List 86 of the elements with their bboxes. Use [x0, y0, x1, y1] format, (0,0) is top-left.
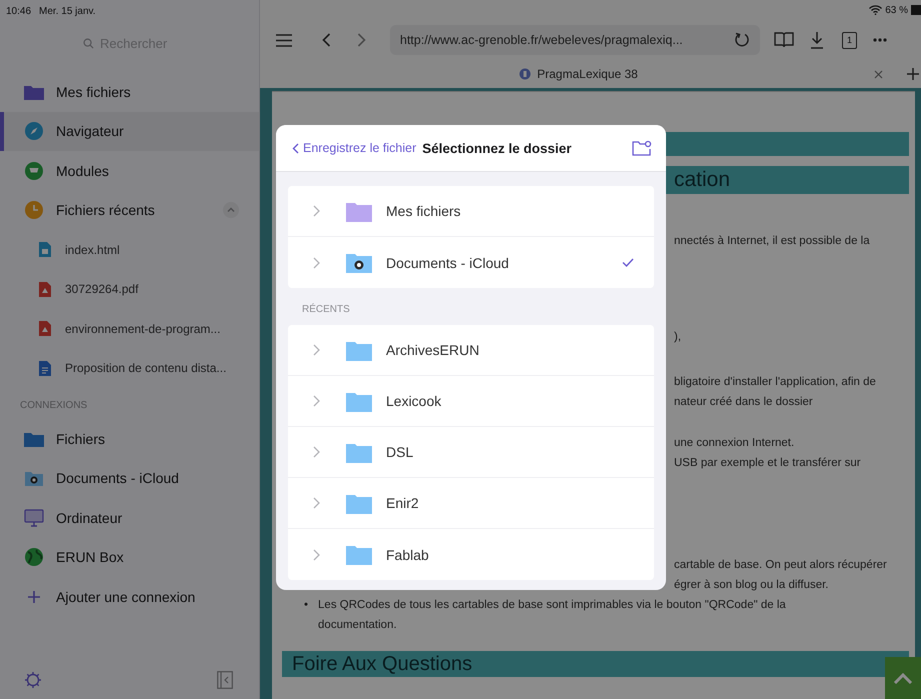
close-icon[interactable]: [874, 70, 883, 78]
search-icon: [83, 38, 94, 48]
tabs-button[interactable]: 1: [842, 32, 857, 48]
back-icon[interactable]: [322, 33, 331, 47]
back-link[interactable]: Enregistrez le fichier: [292, 141, 416, 155]
caret-icon: [893, 672, 913, 684]
connection-item[interactable]: Documents - iCloud: [0, 458, 259, 498]
folder-icon: [346, 442, 372, 462]
battery-percent: 63 %: [885, 4, 908, 16]
folder-row[interactable]: ArchivesERUN: [288, 325, 654, 376]
plus-icon: [27, 590, 41, 604]
menu-icon[interactable]: [276, 34, 292, 46]
folder-row[interactable]: Fablab: [288, 529, 654, 580]
more-icon[interactable]: [873, 38, 887, 42]
section-heading: Foire Aux Questions: [282, 651, 909, 677]
forward-icon[interactable]: [357, 33, 366, 47]
address-field[interactable]: http://www.ac-grenoble.fr/webeleves/pragmalexiq...: [390, 25, 760, 55]
folder-icon: [346, 200, 372, 222]
status-time: 10:46: [6, 6, 32, 19]
page-text: égrer à son blog ou la diffuser.: [674, 578, 830, 593]
folder-row[interactable]: Enir2: [288, 478, 654, 529]
chevron-icon: [313, 256, 320, 268]
sidebar-item[interactable]: Fichiers récents: [0, 190, 259, 230]
back-chevron-icon: [292, 142, 299, 154]
folder-icon: [346, 340, 372, 360]
chevron-icon: [313, 446, 320, 458]
folder-icon: [24, 430, 44, 447]
page-text: cartable de base. On peut alors récupérer: [674, 558, 888, 573]
pdf-file-icon: [39, 321, 51, 336]
chevron-icon: [313, 497, 320, 509]
section-header: CONNEXIONS: [19, 399, 88, 413]
page-text: une connexion Internet.: [674, 436, 796, 451]
folder-row[interactable]: Mes fichiers: [288, 186, 654, 237]
pdf-file-icon: [39, 282, 51, 297]
folder-icon: [24, 84, 44, 100]
sidebar-toggle-icon[interactable]: [217, 671, 233, 689]
documents-folder-icon: [346, 252, 372, 273]
connection-item[interactable]: Ajouter une connexion: [0, 577, 259, 616]
sidebar-item[interactable]: Mes fichiers: [0, 72, 259, 112]
folder-icon: [346, 492, 372, 514]
folder-icon: [346, 544, 372, 565]
dialog-title: Sélectionnez le dossier: [422, 140, 573, 156]
folder-row[interactable]: DSL: [288, 427, 654, 478]
monitor-icon: [24, 508, 44, 527]
page-text: USB par exemple et le transférer sur: [674, 456, 862, 471]
folder-icon: [346, 390, 372, 412]
bullet-marker: •: [304, 598, 308, 613]
new-tab-icon[interactable]: [907, 68, 919, 80]
new-folder-icon[interactable]: [632, 140, 652, 156]
html-file-icon: [39, 242, 51, 258]
page-text: nnectés à Internet, il est possible de la: [674, 234, 871, 249]
clock-icon: [25, 201, 43, 220]
folder-row[interactable]: Documents - iCloud: [288, 237, 654, 288]
wifi-icon: [869, 5, 882, 15]
battery-icon: [911, 5, 921, 15]
favicon-icon: [519, 68, 532, 80]
chevron-icon: [313, 205, 320, 217]
chevron-icon: [313, 395, 320, 407]
compass-icon: [25, 122, 43, 140]
chevron-icon: [313, 344, 320, 356]
recent-file-item[interactable]: 30729264.pdf: [0, 270, 259, 309]
page-text: nateur créé dans le dossier: [674, 395, 814, 410]
connection-item[interactable]: ERUN Box: [0, 538, 259, 577]
download-icon[interactable]: [810, 31, 824, 49]
reload-icon[interactable]: [734, 32, 750, 48]
chevron-icon: [313, 548, 320, 560]
connection-item[interactable]: Ordinateur: [0, 498, 259, 538]
sidebar-item[interactable]: Navigateur: [0, 112, 259, 151]
page-text: bligatoire d'installer l'application, afin de: [674, 375, 877, 390]
cart-icon: [25, 162, 43, 180]
recent-file-item[interactable]: environnement-de-program...: [0, 309, 259, 348]
page-text: ),: [674, 330, 682, 345]
section-header: RÉCENTS: [301, 302, 351, 317]
connection-item[interactable]: Fichiers: [0, 419, 259, 458]
settings-icon[interactable]: [24, 671, 42, 689]
documents-folder-icon: [25, 470, 43, 486]
checkmark-icon: [622, 258, 634, 267]
sidebar-item[interactable]: Modules: [0, 151, 259, 190]
recent-file-item[interactable]: Proposition de contenu dista...: [0, 348, 259, 388]
bullet-text: Les QRCodes de tous les cartables de base sont imprimables via le bouton "QRCode" de la documentation.: [318, 598, 787, 633]
folder-row[interactable]: Lexicook: [288, 376, 654, 427]
status-date: Mer. 15 janv.: [39, 6, 96, 19]
globe-icon: [25, 548, 43, 566]
book-icon[interactable]: [774, 32, 794, 48]
recent-file-item[interactable]: index.html: [0, 230, 259, 270]
document-file-icon: [39, 360, 51, 376]
